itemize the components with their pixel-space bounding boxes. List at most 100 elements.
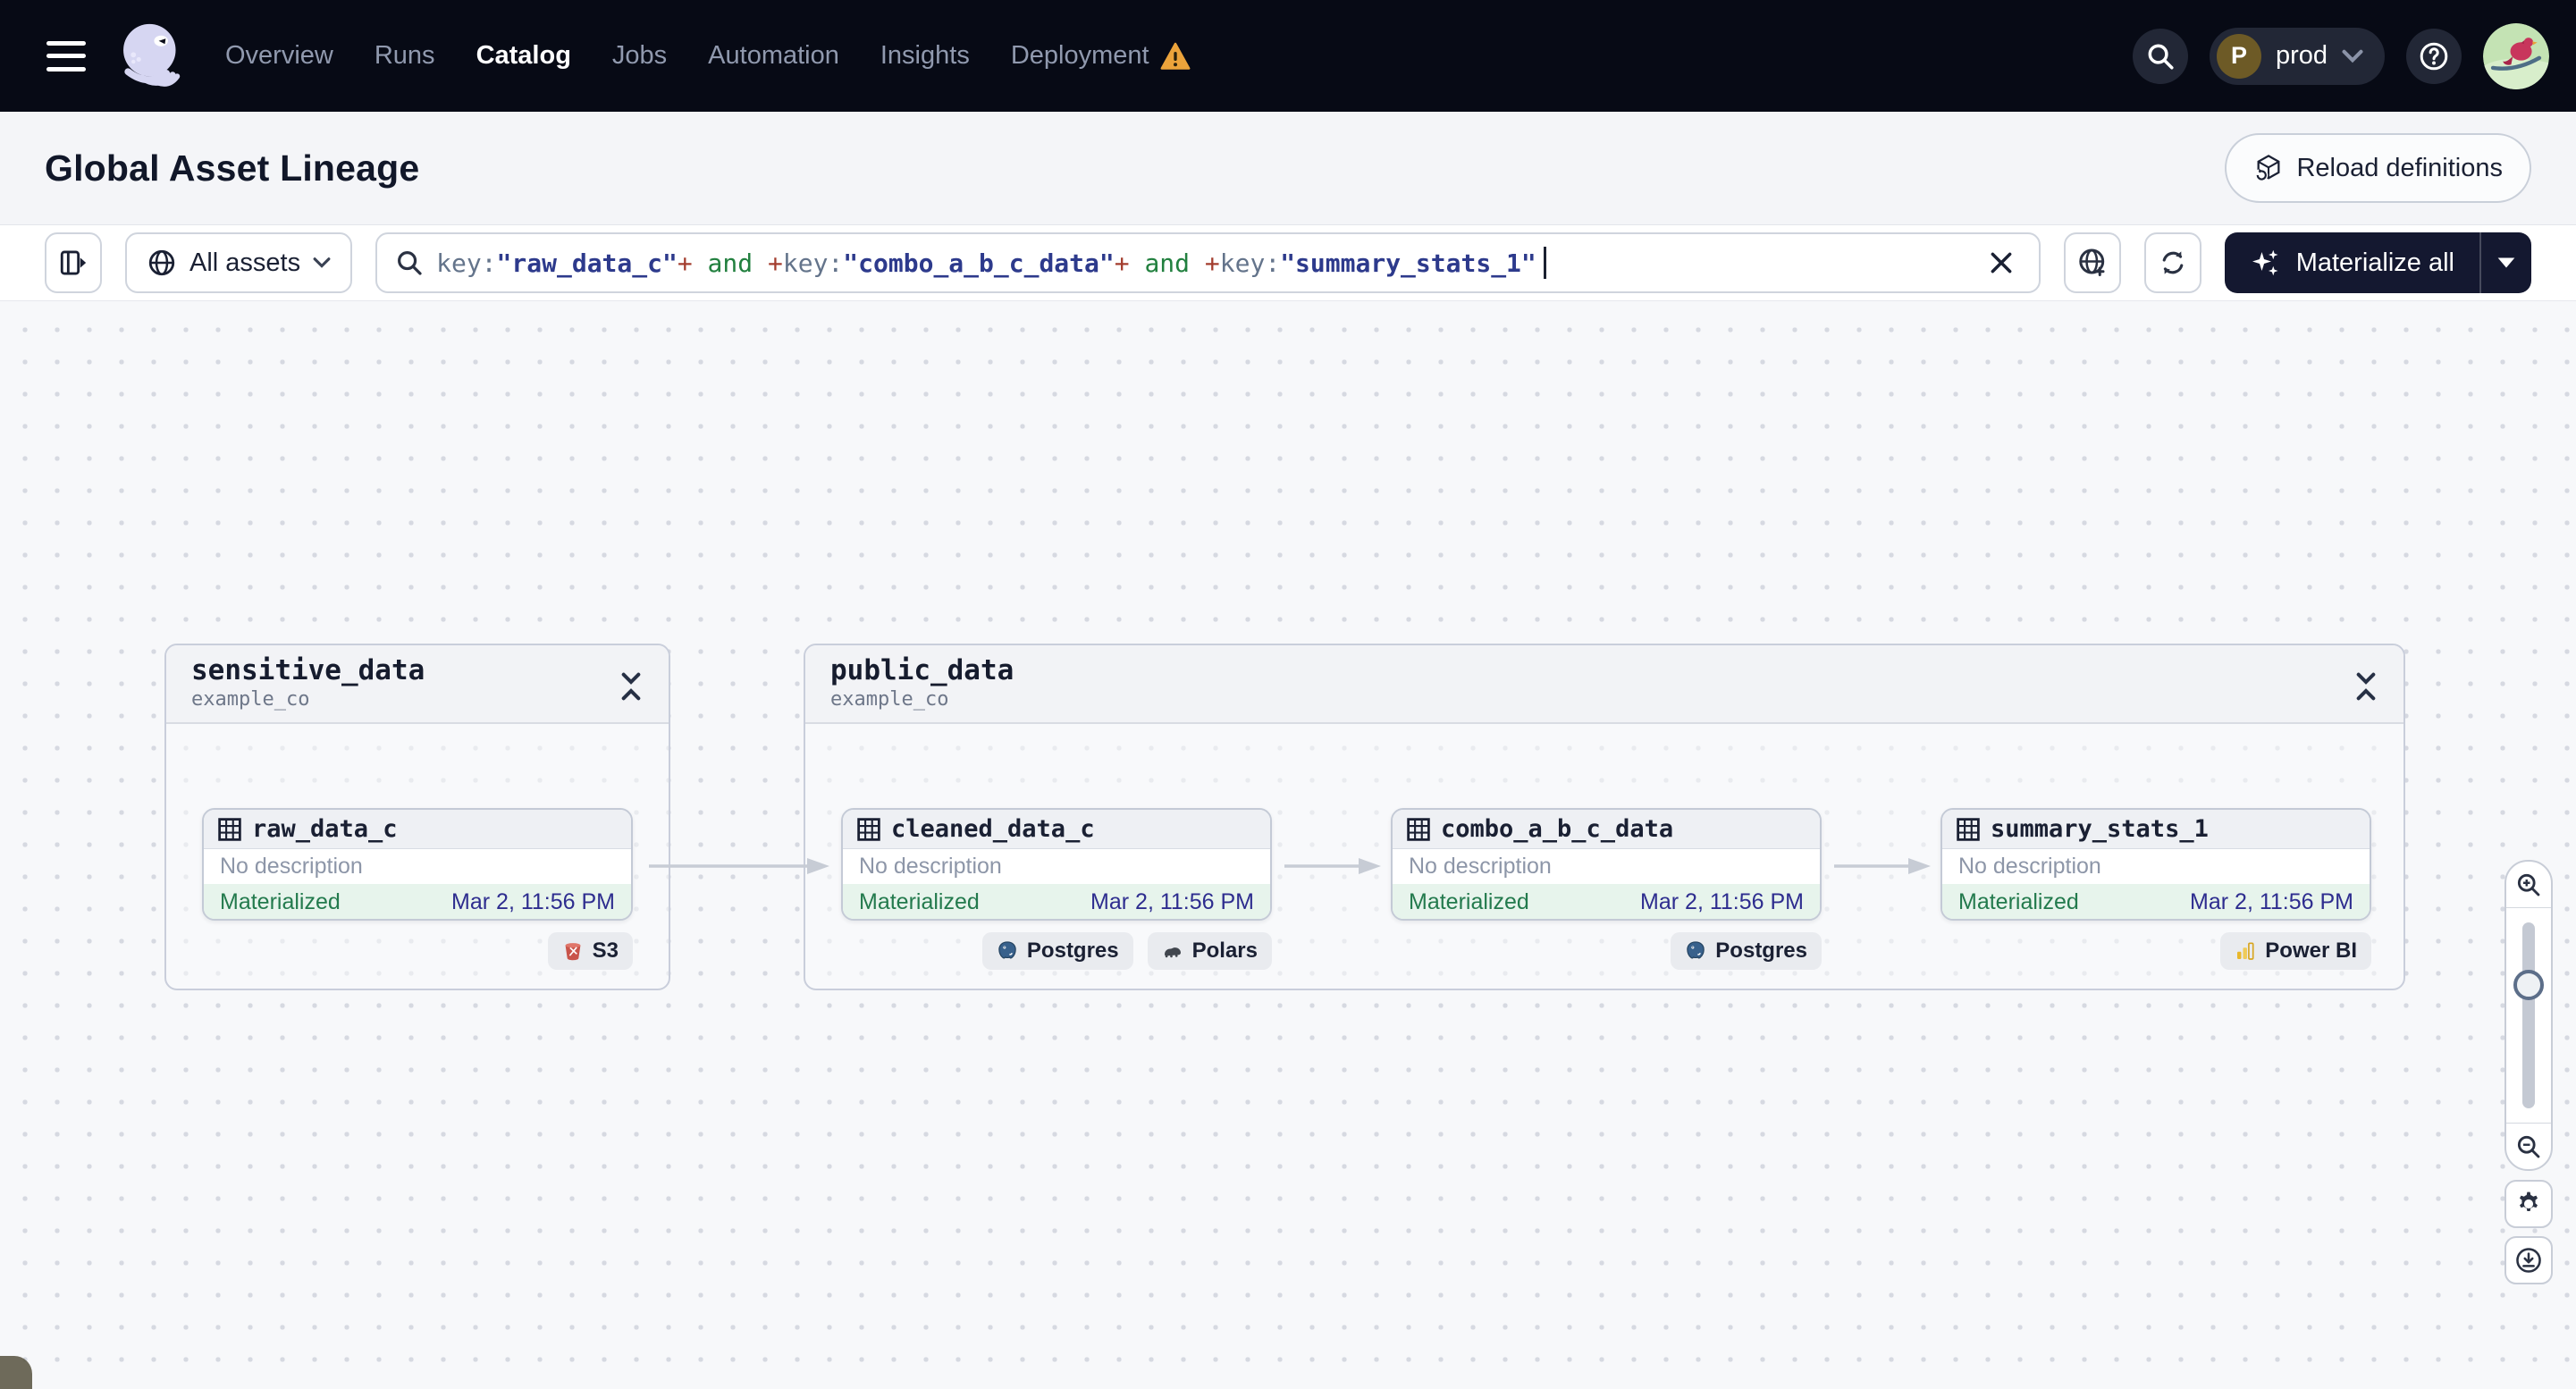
materialization-timestamp[interactable]: Mar 2, 11:56 PM <box>1090 889 1254 915</box>
nav-item-deployment[interactable]: Deployment <box>1011 41 1191 71</box>
asset-description: No description <box>204 849 631 884</box>
asset-name: cleaned_data_c <box>891 815 1095 843</box>
tag-s3[interactable]: S3 <box>547 932 633 970</box>
refresh-icon <box>2162 251 2184 274</box>
help-button[interactable] <box>2406 28 2462 84</box>
materialize-all-button[interactable]: Materialize all <box>2225 232 2479 293</box>
zoom-slider-thumb[interactable] <box>2513 970 2544 1001</box>
tag-postgres[interactable]: Postgres <box>1671 932 1822 970</box>
tag-polars[interactable]: Polars <box>1147 932 1272 970</box>
download-icon <box>2516 1248 2541 1273</box>
status-badge: Materialized <box>220 889 341 914</box>
table-icon <box>1407 817 1430 841</box>
asset-node-combo-a-b-c-data[interactable]: combo_a_b_c_data No description Material… <box>1391 808 1822 921</box>
zoom-in-button[interactable] <box>2506 862 2551 908</box>
table-icon <box>857 817 880 841</box>
asset-node-header: summary_stats_1 <box>1942 810 2370 849</box>
asset-description: No description <box>1393 849 1820 884</box>
tag-label: Power BI <box>2265 939 2357 963</box>
reload-definitions-button[interactable]: Reload definitions <box>2225 133 2531 203</box>
tag-power-bi[interactable]: Power BI <box>2220 932 2371 970</box>
status-badge: Materialized <box>859 889 980 914</box>
asset-scope-label: All assets <box>189 248 301 277</box>
sparkles-icon <box>2252 249 2278 276</box>
user-avatar[interactable] <box>2483 22 2549 89</box>
asset-status-row: Materialized Mar 2, 11:56 PM <box>204 884 631 919</box>
nav-item-jobs[interactable]: Jobs <box>612 41 667 71</box>
table-icon <box>218 817 241 841</box>
asset-node-raw-data-c[interactable]: raw_data_c No description Materialized M… <box>202 808 633 921</box>
menu-icon[interactable] <box>46 40 86 72</box>
asset-search-input[interactable]: key: "raw_data_c" + and + key: "combo_a_b_c_… <box>375 232 2041 293</box>
close-icon <box>1991 252 2012 274</box>
zoom-slider[interactable] <box>2506 908 2551 1123</box>
refresh-button[interactable] <box>2143 232 2201 293</box>
toggle-sidebar-button[interactable] <box>45 232 102 293</box>
group-header: public_data example_co <box>805 645 2403 724</box>
clear-search-button[interactable] <box>1982 243 2021 282</box>
zoom-out-icon <box>2517 1135 2540 1158</box>
env-initial-badge: P <box>2216 33 2261 79</box>
nav-item-catalog[interactable]: Catalog <box>476 41 571 71</box>
tag-label: Postgres <box>1715 939 1807 963</box>
deployment-switcher[interactable]: P prod <box>2209 27 2385 85</box>
asset-status-row: Materialized Mar 2, 11:56 PM <box>843 884 1270 919</box>
page-title: Global Asset Lineage <box>45 147 420 189</box>
nav-item-automation[interactable]: Automation <box>708 41 839 71</box>
top-nav: Overview Runs Catalog Jobs Automation In… <box>0 0 2576 112</box>
gear-icon <box>2520 1191 2538 1211</box>
caret-down-icon <box>2497 257 2515 268</box>
postgres-icon <box>1687 941 1705 959</box>
s3-icon <box>565 943 581 961</box>
lineage-canvas[interactable]: sensitive_data example_co public_data ex… <box>0 301 2576 1389</box>
export-button[interactable] <box>2504 1236 2553 1284</box>
asset-tags: Power BI <box>1940 932 2371 970</box>
asset-node-cleaned-data-c[interactable]: cleaned_data_c No description Materializ… <box>841 808 1272 921</box>
asset-description: No description <box>843 849 1270 884</box>
tag-label: Polars <box>1191 939 1258 963</box>
zoom-out-button[interactable] <box>2506 1123 2551 1169</box>
asset-tags: S3 <box>202 932 633 970</box>
tag-label: Postgres <box>1026 939 1119 963</box>
tag-postgres[interactable]: Postgres <box>981 932 1133 970</box>
nav-item-runs[interactable]: Runs <box>375 41 435 71</box>
nav-item-deployment-label: Deployment <box>1010 41 1149 70</box>
asset-name: combo_a_b_c_data <box>1441 815 1674 843</box>
materialize-all-label: Materialize all <box>2295 248 2454 277</box>
lineage-toolbar: All assets key: "raw_data_c" + and + key: "c… <box>0 225 2576 301</box>
nav-right-cluster: P prod <box>2132 22 2549 89</box>
materialize-options-button[interactable] <box>2481 232 2531 293</box>
nav-item-insights[interactable]: Insights <box>880 41 970 71</box>
env-name: prod <box>2275 41 2328 70</box>
collapse-group-button[interactable] <box>2350 669 2382 704</box>
minimap-corner <box>0 1356 32 1389</box>
zoom-in-icon <box>2517 873 2540 896</box>
asset-scope-selector[interactable]: All assets <box>125 232 353 293</box>
group-header: sensitive_data example_co <box>166 645 669 724</box>
asset-name: summary_stats_1 <box>1991 815 2209 843</box>
materialization-timestamp[interactable]: Mar 2, 11:56 PM <box>2190 889 2353 915</box>
materialization-timestamp[interactable]: Mar 2, 11:56 PM <box>1640 889 1804 915</box>
text-cursor <box>1543 247 1546 279</box>
nav-item-overview[interactable]: Overview <box>225 41 333 71</box>
asset-status-row: Materialized Mar 2, 11:56 PM <box>1942 884 2370 919</box>
polars-icon <box>1164 947 1181 958</box>
view-scope-button[interactable] <box>2063 232 2121 293</box>
search-button[interactable] <box>2132 28 2188 84</box>
zoom-controls <box>2504 860 2553 1171</box>
dagster-logo[interactable] <box>113 15 189 97</box>
warning-icon <box>1160 42 1190 70</box>
collapse-icon <box>2356 672 2376 701</box>
zoom-slider-track[interactable] <box>2522 922 2535 1108</box>
collapse-group-button[interactable] <box>615 669 647 704</box>
search-icon <box>398 251 422 275</box>
graph-settings-button[interactable] <box>2504 1180 2553 1228</box>
materialize-all-split-button: Materialize all <box>2224 232 2531 293</box>
asset-node-summary-stats-1[interactable]: summary_stats_1 No description Materiali… <box>1940 808 2371 921</box>
globe-icon <box>148 249 175 276</box>
materialization-timestamp[interactable]: Mar 2, 11:56 PM <box>451 889 615 915</box>
group-name: sensitive_data <box>191 654 425 686</box>
asset-status-row: Materialized Mar 2, 11:56 PM <box>1393 884 1820 919</box>
asset-node-header: combo_a_b_c_data <box>1393 810 1820 849</box>
group-location: example_co <box>191 688 310 711</box>
